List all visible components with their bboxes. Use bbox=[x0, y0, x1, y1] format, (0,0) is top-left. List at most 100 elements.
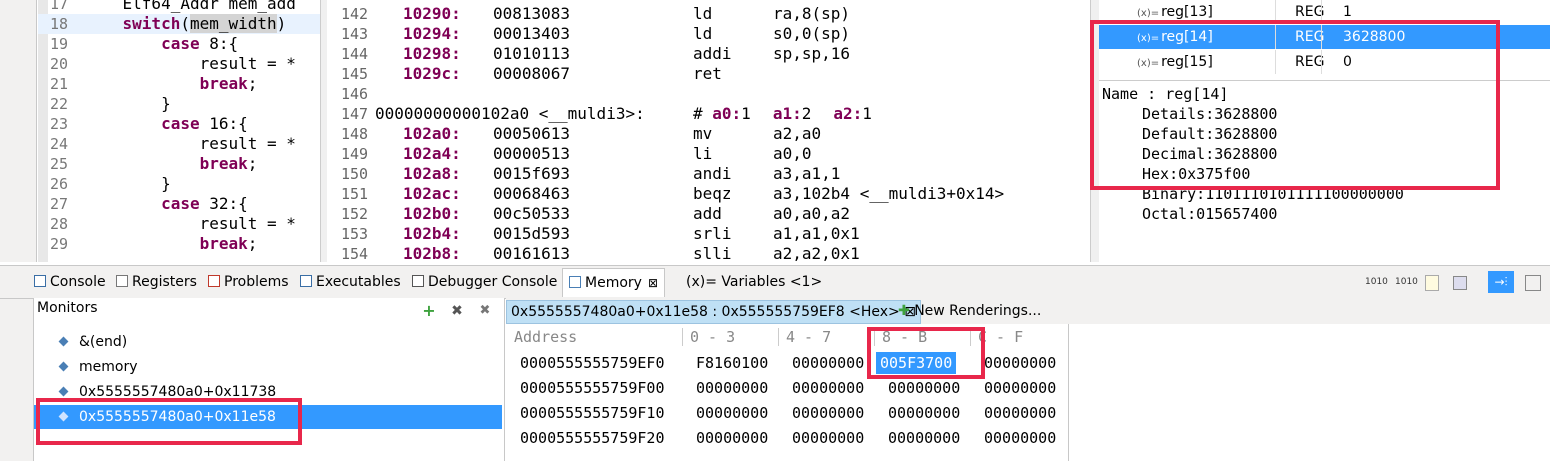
register-row-label: reg[13] bbox=[1161, 4, 1213, 20]
source-line-code: result = * bbox=[84, 54, 296, 73]
source-line-code: Elf64_Addr mem_add bbox=[84, 0, 296, 13]
memory-cell[interactable]: 00000000 bbox=[792, 402, 864, 424]
memory-cell[interactable]: F8160100 bbox=[696, 352, 768, 374]
instruction-operands: s0,0(sp) bbox=[773, 24, 851, 43]
instruction-address: 102a8: bbox=[403, 164, 461, 183]
monitor-item[interactable]: memory bbox=[34, 355, 502, 379]
source-line-code: case 16:{ bbox=[161, 114, 248, 133]
plus-icon: ✚ bbox=[898, 303, 910, 319]
instruction-hex: 00013403 bbox=[493, 24, 571, 43]
source-line-code: break; bbox=[199, 74, 258, 93]
tab-console[interactable]: Console bbox=[34, 270, 106, 294]
add-monitor-icon[interactable]: + bbox=[420, 302, 438, 320]
register-value: 1 bbox=[862, 104, 872, 123]
disassembly-line: 145 1029c: 00008067 ret bbox=[327, 64, 1087, 84]
monitor-diamond-icon bbox=[58, 361, 69, 372]
view-menu-icon[interactable] bbox=[1525, 275, 1541, 291]
rendering-tab-label: 0x5555557480a0+0x11e58 : 0x555555759EF8 … bbox=[511, 304, 900, 320]
source-line: 26 } bbox=[38, 174, 320, 194]
memory-cell[interactable]: 00000000 bbox=[792, 377, 864, 399]
instruction-address: 102ac: bbox=[403, 184, 461, 203]
bottom-tab-bar: Console Registers Problems Executables Debug… bbox=[0, 265, 1550, 299]
disassembly-line: 142 10290: 00813083 ld ra,8(sp) bbox=[327, 4, 1087, 24]
tab-executables[interactable]: Executables bbox=[300, 270, 401, 294]
close-tab-icon[interactable]: ⊠ bbox=[648, 276, 658, 290]
new-renderings-tab[interactable]: ✚ New Renderings... bbox=[894, 300, 1045, 322]
memory-cell[interactable]: 00000000 bbox=[984, 377, 1056, 399]
source-line-code: switch(mem_width) bbox=[122, 14, 287, 33]
disassembly-line: 147 00000000000102a0 <__muldi3>: # a0:1 a1:… bbox=[327, 104, 1087, 124]
memory-cell[interactable]: 00000000 bbox=[888, 377, 960, 399]
instruction-operands: a2,a0 bbox=[773, 124, 822, 143]
memory-cell[interactable]: 00000000 bbox=[984, 427, 1056, 449]
disassembly-line-number: 143 bbox=[341, 25, 369, 43]
source-line-code: } bbox=[84, 94, 171, 113]
source-line-number: 18 bbox=[50, 15, 69, 33]
monitor-diamond-icon bbox=[58, 386, 69, 397]
instruction-hex: 00050613 bbox=[493, 124, 571, 143]
link-view-icon[interactable]: →⫶ bbox=[1488, 271, 1514, 293]
instruction-operands: a0,a0,a2 bbox=[773, 204, 851, 223]
memory-row-address: 0000555555759F10 bbox=[520, 404, 665, 422]
source-line: 27 case 32:{ bbox=[38, 194, 320, 214]
source-line-number: 24 bbox=[50, 135, 69, 153]
binary-format-icon[interactable]: 1010 bbox=[1365, 273, 1388, 291]
memory-cell[interactable]: 00000000 bbox=[696, 427, 768, 449]
source-line: 19 case 8:{ bbox=[38, 34, 320, 54]
memory-column-header[interactable]: 0 - 3 bbox=[690, 328, 735, 346]
source-line-number: 22 bbox=[50, 95, 69, 113]
memory-column-header[interactable]: 4 - 7 bbox=[786, 328, 831, 346]
disassembly-line-number: 154 bbox=[341, 245, 369, 262]
remove-monitor-icon[interactable]: ✖ bbox=[448, 302, 466, 320]
memory-cell[interactable]: 00000000 bbox=[888, 402, 960, 424]
memory-cell[interactable]: 00000000 bbox=[984, 402, 1056, 424]
memory-grid-edge bbox=[1068, 324, 1069, 461]
remove-all-monitors-icon[interactable]: ✖ bbox=[476, 302, 494, 320]
memory-cell[interactable]: 00000000 bbox=[984, 352, 1056, 374]
instruction-operands: a3,a1,1 bbox=[773, 164, 841, 183]
instruction-mnemonic: ld bbox=[693, 24, 713, 43]
tab-debugger-console[interactable]: Debugger Console bbox=[412, 270, 557, 294]
disassembly-view[interactable]: 142 10290: 00813083 ld ra,8(sp) 143 10294: 0001… bbox=[327, 0, 1090, 262]
executables-icon bbox=[300, 275, 312, 287]
memory-cell[interactable]: 00000000 bbox=[792, 352, 864, 374]
instruction-address: 102b0: bbox=[403, 204, 461, 223]
binary-format-alt-icon[interactable]: 1010 bbox=[1395, 273, 1418, 291]
variable-icon: (x)= bbox=[1137, 8, 1160, 19]
source-editor[interactable]: 17 Elf64_Addr mem_add 18 switch(mem_width… bbox=[38, 0, 320, 262]
new-file-icon[interactable] bbox=[1425, 275, 1439, 291]
instruction-mnemonic: slli bbox=[693, 244, 732, 262]
tab-label: Registers bbox=[132, 274, 197, 290]
tab-label: Executables bbox=[316, 274, 401, 290]
monitor-item-label: &(end) bbox=[79, 334, 128, 350]
source-line: 25 break; bbox=[38, 154, 320, 174]
instruction-hex: 0015d593 bbox=[493, 224, 571, 243]
memory-column-header[interactable]: Address bbox=[514, 328, 577, 346]
register-comment: # a0:1 a1:2 a2:1 bbox=[693, 104, 894, 124]
tab-problems[interactable]: Problems bbox=[208, 270, 289, 294]
tab-variables[interactable]: (x)= Variables <1> bbox=[686, 270, 822, 294]
source-line: 28 result = * bbox=[38, 214, 320, 234]
header-separator bbox=[778, 328, 779, 346]
disassembly-line-number: 148 bbox=[341, 125, 369, 143]
tab-registers[interactable]: Registers bbox=[116, 270, 197, 294]
register-name: a1: bbox=[772, 104, 802, 123]
source-line: 29 break; bbox=[38, 234, 320, 254]
tab-memory[interactable]: Memory ⊠ bbox=[562, 268, 665, 297]
rendering-tab-hex[interactable]: 0x5555557480a0+0x11e58 : 0x555555759EF8 … bbox=[506, 300, 921, 324]
monitor-item[interactable]: &(end) bbox=[34, 330, 502, 354]
monitor-diamond-icon bbox=[58, 336, 69, 347]
memory-cell[interactable]: 00000000 bbox=[696, 377, 768, 399]
memory-cell[interactable]: 00000000 bbox=[696, 402, 768, 424]
instruction-mnemonic: ret bbox=[693, 64, 722, 83]
source-line-number: 28 bbox=[50, 215, 69, 233]
instruction-mnemonic: andi bbox=[693, 164, 732, 183]
export-icon[interactable] bbox=[1453, 276, 1467, 290]
monitor-item-label: memory bbox=[79, 359, 138, 375]
disassembly-line: 148 102a0: 00050613 mv a2,a0 bbox=[327, 124, 1087, 144]
source-line-code: } bbox=[84, 174, 171, 193]
memory-cell[interactable]: 00000000 bbox=[888, 427, 960, 449]
instruction-hex: 00000513 bbox=[493, 144, 571, 163]
memory-cell[interactable]: 00000000 bbox=[792, 427, 864, 449]
disassembly-line-number: 145 bbox=[341, 65, 369, 83]
